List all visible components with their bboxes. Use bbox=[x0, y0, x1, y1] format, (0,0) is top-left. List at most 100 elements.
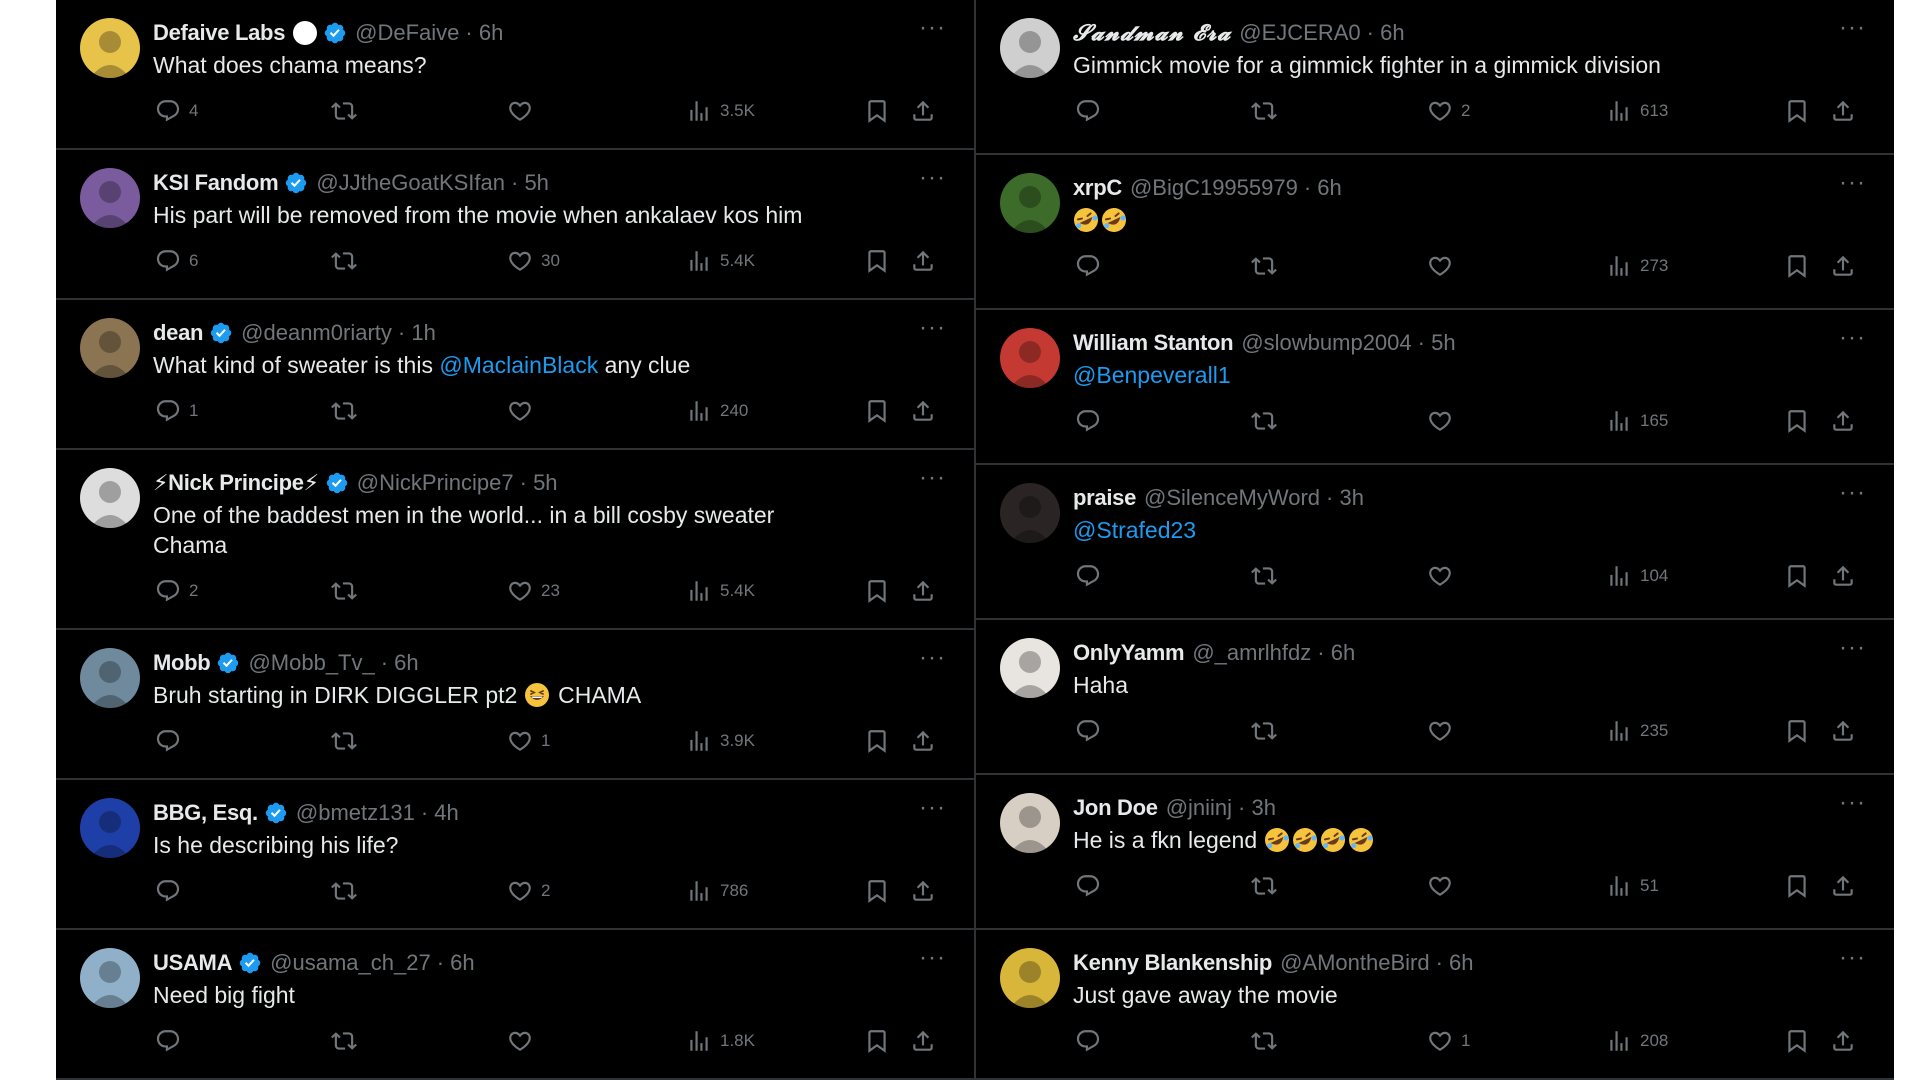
bookmark-button[interactable] bbox=[864, 578, 890, 604]
bookmark-button[interactable] bbox=[864, 98, 890, 124]
share-button[interactable] bbox=[910, 98, 936, 124]
timestamp[interactable]: · 5h bbox=[1418, 330, 1456, 356]
avatar[interactable] bbox=[80, 468, 140, 528]
like-button[interactable] bbox=[1427, 408, 1461, 434]
user-handle[interactable]: @usama_ch_27 bbox=[270, 950, 431, 976]
views-button[interactable]: 3.9K bbox=[686, 728, 755, 754]
retweet-button[interactable] bbox=[1251, 408, 1277, 434]
user-handle[interactable]: @jniinj bbox=[1166, 795, 1232, 821]
tweet[interactable]: ··· Defaive Labs @DeFaive · 6h What does cha… bbox=[56, 0, 974, 150]
bookmark-button[interactable] bbox=[1784, 1028, 1810, 1054]
avatar[interactable] bbox=[1000, 638, 1060, 698]
share-button[interactable] bbox=[910, 578, 936, 604]
more-options-button[interactable]: ··· bbox=[919, 796, 946, 820]
display-name[interactable]: dean bbox=[153, 320, 203, 346]
timestamp[interactable]: · 3h bbox=[1326, 485, 1364, 511]
user-handle[interactable]: @EJCERA0 bbox=[1239, 20, 1360, 46]
share-button[interactable] bbox=[910, 878, 936, 904]
reply-button[interactable]: 1 bbox=[155, 398, 198, 424]
tweet[interactable]: ··· ⚡Nick Principe⚡ @NickPrincipe7 · 5h One … bbox=[56, 450, 974, 630]
timestamp[interactable]: · 5h bbox=[520, 470, 558, 496]
views-button[interactable]: 51 bbox=[1606, 873, 1659, 899]
timestamp[interactable]: · 6h bbox=[1317, 640, 1355, 666]
retweet-button[interactable] bbox=[331, 728, 357, 754]
reply-button[interactable] bbox=[1075, 98, 1109, 124]
like-button[interactable] bbox=[1427, 873, 1461, 899]
views-button[interactable]: 165 bbox=[1606, 408, 1668, 434]
share-button[interactable] bbox=[910, 398, 936, 424]
more-options-button[interactable]: ··· bbox=[919, 166, 946, 190]
more-options-button[interactable]: ··· bbox=[1839, 326, 1866, 350]
mention-link[interactable]: @Strafed23 bbox=[1073, 517, 1196, 543]
display-name[interactable]: 𝓢𝓪𝓷𝓭𝓶𝓪𝓷 𝓔𝓻𝓪 bbox=[1073, 20, 1231, 46]
reply-button[interactable]: 6 bbox=[155, 248, 198, 274]
retweet-button[interactable] bbox=[1251, 718, 1277, 744]
tweet[interactable]: ··· Kenny Blankenship @AMontheBird · 6h Just… bbox=[976, 930, 1894, 1080]
retweet-button[interactable] bbox=[1251, 98, 1277, 124]
display-name[interactable]: praise bbox=[1073, 485, 1136, 511]
display-name[interactable]: William Stanton bbox=[1073, 330, 1234, 356]
like-button[interactable]: 2 bbox=[507, 878, 550, 904]
tweet[interactable]: ··· KSI Fandom @JJtheGoatKSIfan · 5h His par… bbox=[56, 150, 974, 300]
retweet-button[interactable] bbox=[331, 398, 357, 424]
display-name[interactable]: Defaive Labs bbox=[153, 20, 285, 46]
reply-button[interactable] bbox=[1075, 1028, 1109, 1054]
bookmark-button[interactable] bbox=[1784, 563, 1810, 589]
share-button[interactable] bbox=[1830, 718, 1856, 744]
like-button[interactable] bbox=[507, 398, 541, 424]
timestamp[interactable]: · 6h bbox=[465, 20, 503, 46]
avatar[interactable] bbox=[80, 18, 140, 78]
display-name[interactable]: ⚡Nick Principe⚡ bbox=[153, 470, 319, 496]
reply-button[interactable] bbox=[1075, 408, 1109, 434]
reply-button[interactable] bbox=[1075, 253, 1109, 279]
share-button[interactable] bbox=[1830, 873, 1856, 899]
reply-button[interactable] bbox=[1075, 718, 1109, 744]
display-name[interactable]: KSI Fandom bbox=[153, 170, 279, 196]
bookmark-button[interactable] bbox=[864, 398, 890, 424]
views-button[interactable]: 273 bbox=[1606, 253, 1668, 279]
timestamp[interactable]: · 6h bbox=[1304, 175, 1342, 201]
share-button[interactable] bbox=[1830, 563, 1856, 589]
tweet[interactable]: ··· 𝓢𝓪𝓷𝓭𝓶𝓪𝓷 𝓔𝓻𝓪 @EJCERA0 · 6h Gimmick movie … bbox=[976, 0, 1894, 155]
tweet[interactable]: ··· dean @deanm0riarty · 1h What kind of swe… bbox=[56, 300, 974, 450]
like-button[interactable] bbox=[507, 98, 541, 124]
display-name[interactable]: OnlyYamm bbox=[1073, 640, 1185, 666]
like-button[interactable] bbox=[507, 1028, 541, 1054]
avatar[interactable] bbox=[1000, 328, 1060, 388]
views-button[interactable]: 786 bbox=[686, 878, 748, 904]
user-handle[interactable]: @DeFaive bbox=[355, 20, 459, 46]
bookmark-button[interactable] bbox=[1784, 718, 1810, 744]
bookmark-button[interactable] bbox=[864, 1028, 890, 1054]
avatar[interactable] bbox=[1000, 483, 1060, 543]
reply-button[interactable] bbox=[1075, 873, 1109, 899]
avatar[interactable] bbox=[1000, 948, 1060, 1008]
retweet-button[interactable] bbox=[331, 98, 357, 124]
timestamp[interactable]: · 6h bbox=[1436, 950, 1474, 976]
retweet-button[interactable] bbox=[331, 578, 357, 604]
avatar[interactable] bbox=[1000, 18, 1060, 78]
user-handle[interactable]: @Mobb_Tv_ bbox=[248, 650, 374, 676]
more-options-button[interactable]: ··· bbox=[919, 946, 946, 970]
tweet[interactable]: ··· xrpC @BigC19955979 · 6h 273 bbox=[976, 155, 1894, 310]
avatar[interactable] bbox=[1000, 173, 1060, 233]
more-options-button[interactable]: ··· bbox=[1839, 16, 1866, 40]
mention-link[interactable]: @MaclainBlack bbox=[439, 352, 598, 378]
views-button[interactable]: 3.5K bbox=[686, 98, 755, 124]
like-button[interactable] bbox=[1427, 563, 1461, 589]
like-button[interactable] bbox=[1427, 718, 1461, 744]
bookmark-button[interactable] bbox=[864, 248, 890, 274]
tweet[interactable]: ··· USAMA @usama_ch_27 · 6h Need big fight 1.… bbox=[56, 930, 974, 1080]
tweet[interactable]: ··· OnlyYamm @_amrlhfdz · 6h Haha 235 bbox=[976, 620, 1894, 775]
user-handle[interactable]: @BigC19955979 bbox=[1130, 175, 1298, 201]
reply-button[interactable] bbox=[155, 728, 189, 754]
display-name[interactable]: xrpC bbox=[1073, 175, 1122, 201]
retweet-button[interactable] bbox=[331, 1028, 357, 1054]
more-options-button[interactable]: ··· bbox=[1839, 171, 1866, 195]
user-handle[interactable]: @SilenceMyWord bbox=[1144, 485, 1320, 511]
views-button[interactable]: 5.4K bbox=[686, 248, 755, 274]
timestamp[interactable]: · 6h bbox=[437, 950, 475, 976]
reply-button[interactable] bbox=[155, 878, 189, 904]
timestamp[interactable]: · 6h bbox=[381, 650, 419, 676]
more-options-button[interactable]: ··· bbox=[919, 646, 946, 670]
timestamp[interactable]: · 5h bbox=[511, 170, 549, 196]
